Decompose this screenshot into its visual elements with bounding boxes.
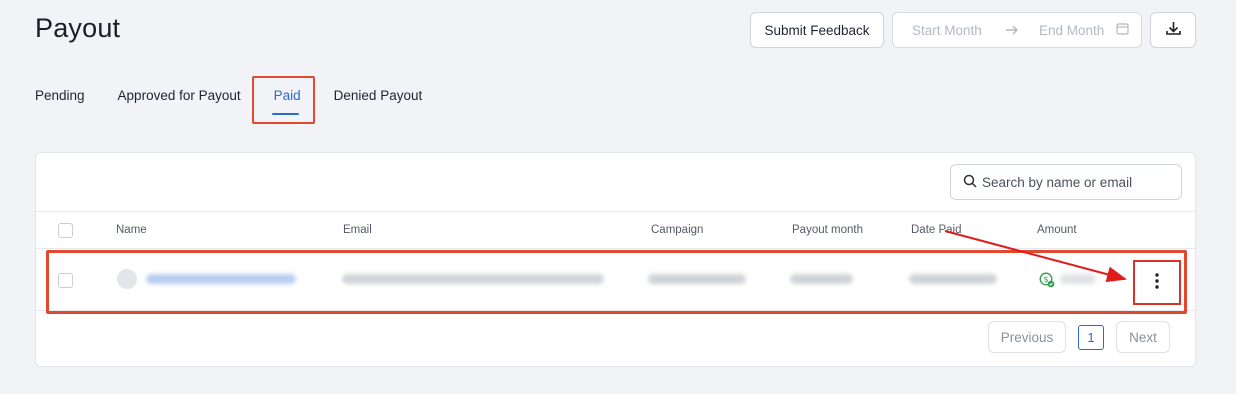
row-annotation-box [46,250,1187,314]
kebab-menu-icon [1155,272,1159,294]
status-tabs: Pending Approved for Payout Paid Denied … [35,88,455,103]
header-toolbar: Submit Feedback Start Month End Month [750,12,1196,48]
submit-feedback-button[interactable]: Submit Feedback [750,12,884,48]
end-month-field[interactable]: End Month [1039,23,1116,38]
paid-tab-annotation-box [252,76,315,124]
download-icon [1165,20,1182,40]
calendar-icon [1116,22,1129,38]
row-actions-button[interactable] [1146,268,1168,298]
search-icon [963,174,982,191]
download-button[interactable] [1150,12,1196,48]
search-placeholder: Search by name or email [982,174,1133,190]
start-month-field[interactable]: Start Month [912,23,1005,38]
tab-approved-for-payout[interactable]: Approved for Payout [118,88,241,103]
month-range-picker[interactable]: Start Month End Month [892,12,1142,48]
column-name[interactable]: Name [116,224,147,236]
column-date-paid[interactable]: Date Paid [911,224,962,236]
select-all-checkbox[interactable] [58,223,73,238]
arrow-right-icon [1005,24,1039,36]
pagination: Previous 1 Next [988,321,1170,353]
column-payout-month[interactable]: Payout month [792,224,863,236]
next-page-button[interactable]: Next [1116,321,1170,353]
page-title: Payout [35,13,121,43]
table-header: Name Email Campaign Payout month Date Pa… [36,211,1195,249]
search-input[interactable]: Search by name or email [950,164,1182,200]
page-number-current[interactable]: 1 [1078,324,1104,350]
column-email[interactable]: Email [343,224,372,236]
column-amount[interactable]: Amount [1037,224,1077,236]
tab-denied-payout[interactable]: Denied Payout [334,88,423,103]
tab-pending[interactable]: Pending [35,88,85,103]
column-campaign[interactable]: Campaign [651,224,703,236]
previous-page-button[interactable]: Previous [988,321,1066,353]
